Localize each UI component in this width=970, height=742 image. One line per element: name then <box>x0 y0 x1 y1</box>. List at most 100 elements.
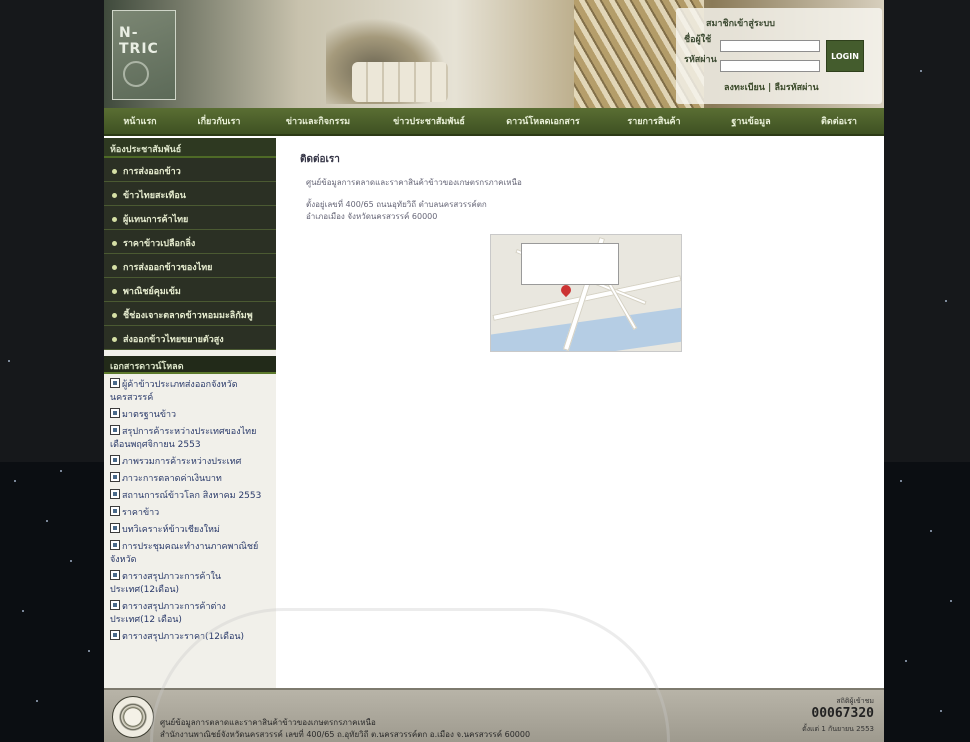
download-link[interactable]: บทวิเคราะห์ข้าวเชียงใหม่ <box>110 523 270 537</box>
download-link[interactable]: ตารางสรุปภาวะการค้าในประเทศ(12เดือน) <box>110 570 270 597</box>
site-logo[interactable]: N-TRIC <box>112 10 176 100</box>
sidebar-item-label: ส่งออกข้าวไทยขยายตัวสูง <box>123 335 224 345</box>
visitor-counter-value: 00067320 <box>811 706 874 721</box>
download-link[interactable]: ภาพรวมการค้าระหว่างประเทศ <box>110 455 270 469</box>
download-label: ราคาข้าว <box>122 508 160 518</box>
download-link[interactable]: สรุปการค้าระหว่างประเทศของไทย เดือนพฤศจิ… <box>110 425 270 452</box>
document-icon <box>110 630 120 640</box>
sidebar-item-thai-export[interactable]: การส่งออกข้าวของไทย <box>104 254 276 278</box>
sidebar-item-paddy-price[interactable]: ราคาข้าวเปลือกลิ่ง <box>104 230 276 254</box>
organization-name: ศูนย์ข้อมูลการตลาดและราคาสินค้าข้าวของเก… <box>306 178 522 187</box>
download-link[interactable]: ตารางสรุปภาวะราคา(12เดือน) <box>110 630 270 644</box>
logo-text: N-TRIC <box>119 25 159 57</box>
star <box>905 660 907 662</box>
nav-products[interactable]: รายการสินค้า <box>602 114 706 128</box>
bullet-icon <box>112 241 117 246</box>
download-label: ผู้ค้าข้าวประเภทส่งออกจังหวัดนครสวรรค์ <box>110 380 238 403</box>
star <box>930 530 932 532</box>
document-icon <box>110 600 120 610</box>
star <box>70 560 72 562</box>
document-icon <box>110 378 120 388</box>
left-dark-panel <box>0 0 104 462</box>
download-link[interactable]: ผู้ค้าข้าวประเภทส่งออกจังหวัดนครสวรรค์ <box>110 378 270 405</box>
username-input[interactable] <box>720 40 820 52</box>
visitor-counter-since: ตั้งแต่ 1 กันยายน 2553 <box>802 725 874 733</box>
document-icon <box>110 425 120 435</box>
map-info-bubble <box>521 243 619 285</box>
download-label: ภาพรวมการค้าระหว่างประเทศ <box>122 457 242 467</box>
sidebar-item-jasmine-market[interactable]: ชี้ช่องเจาะตลาดข้าวหอมมะลิกัมพู <box>104 302 276 326</box>
nav-press-releases[interactable]: ข่าวประชาสัมพันธ์ <box>374 114 484 128</box>
sidebar-item-thai-rice-shake[interactable]: ข้าวไทยสะเทือน <box>104 182 276 206</box>
download-link[interactable]: การประชุมคณะทำงานภาคพาณิชย์จังหวัด <box>110 540 270 567</box>
sidebar-item-export-growth[interactable]: ส่งออกข้าวไทยขยายตัวสูง <box>104 326 276 350</box>
star <box>8 360 10 362</box>
download-label: สรุปการค้าระหว่างประเทศของไทย เดือนพฤศจิ… <box>110 427 257 450</box>
bullet-icon <box>112 193 117 198</box>
document-icon <box>110 506 120 516</box>
login-panel: สมาชิกเข้าสู่ระบบ ชื่อผู้ใช้ รหัสผ่าน LO… <box>676 8 882 104</box>
download-link[interactable]: มาตรฐานข้าว <box>110 408 270 422</box>
nav-contact[interactable]: ติดต่อเรา <box>796 114 882 128</box>
download-label: การประชุมคณะทำงานภาคพาณิชย์จังหวัด <box>110 542 259 565</box>
sidebar-item-trade-rep[interactable]: ผู้แทนการค้าไทย <box>104 206 276 230</box>
register-forgot-links[interactable]: ลงทะเบียน | ลืมรหัสผ่าน <box>724 80 819 94</box>
sidebar-item-label: ราคาข้าวเปลือกลิ่ง <box>123 239 196 249</box>
sidebar-item-label: ผู้แทนการค้าไทย <box>123 215 189 225</box>
location-map[interactable] <box>490 234 682 352</box>
download-label: ตารางสรุปภาวะการค้าในประเทศ(12เดือน) <box>110 572 222 595</box>
government-seal-icon <box>112 696 154 738</box>
document-icon <box>110 455 120 465</box>
star <box>950 600 952 602</box>
star <box>36 700 38 702</box>
footer-address: สำนักงานพาณิชย์จังหวัดนครสวรรค์ เลขที่ 4… <box>160 730 531 739</box>
sidebar-item-rice-export[interactable]: การส่งออกข้าว <box>104 158 276 182</box>
address-line-2: อำเภอเมือง จังหวัดนครสวรรค์ 60000 <box>306 212 438 221</box>
nav-news-activities[interactable]: ข่าวและกิจกรรม <box>262 114 374 128</box>
bullet-icon <box>112 313 117 318</box>
bullet-icon <box>112 265 117 270</box>
nav-downloads[interactable]: ดาวน์โหลดเอกสาร <box>484 114 602 128</box>
download-link[interactable]: ตารางสรุปภาวะการค้าต่างประเทศ(12 เดือน) <box>110 600 270 627</box>
download-link[interactable]: ราคาข้าว <box>110 506 270 520</box>
password-label: รหัสผ่าน <box>684 55 717 65</box>
star <box>14 480 16 482</box>
download-label: บทวิเคราะห์ข้าวเชียงใหม่ <box>122 525 220 535</box>
download-label: สถานการณ์ข้าวโลก สิงหาคม 2553 <box>122 491 262 501</box>
bullet-icon <box>112 337 117 342</box>
map-pin-icon[interactable] <box>558 282 574 298</box>
downloads-title: เอกสารดาวน์โหลด <box>104 356 276 374</box>
nav-about[interactable]: เกี่ยวกับเรา <box>176 114 262 128</box>
document-icon <box>110 472 120 482</box>
download-label: ตารางสรุปภาวะราคา(12เดือน) <box>122 632 245 642</box>
sidebar-item-label: ข้าวไทยสะเทือน <box>123 191 186 201</box>
document-icon <box>110 408 120 418</box>
username-label: ชื่อผู้ใช้ <box>684 35 712 45</box>
star <box>46 520 48 522</box>
login-title: สมาชิกเข้าสู่ระบบ <box>706 19 775 29</box>
main-nav: หน้าแรก เกี่ยวกับเรา ข่าวและกิจกรรม ข่าว… <box>104 108 884 136</box>
rice-sacks-photo <box>352 62 448 102</box>
password-input[interactable] <box>720 60 820 72</box>
download-link[interactable]: สถานการณ์ข้าวโลก สิงหาคม 2553 <box>110 489 270 503</box>
page-title: ติดต่อเรา <box>300 154 340 165</box>
header-banner: N-TRIC สมาชิกเข้าสู่ระบบ ชื่อผู้ใช้ รหัส… <box>104 0 884 108</box>
star <box>945 300 947 302</box>
nav-home[interactable]: หน้าแรก <box>104 114 176 128</box>
download-label: มาตรฐานข้าว <box>122 410 177 420</box>
sidebar-title: ห้องประชาสัมพันธ์ <box>104 138 276 158</box>
sidebar: ห้องประชาสัมพันธ์ การส่งออกข้าว ข้าวไทยส… <box>104 138 276 688</box>
bullet-icon <box>112 169 117 174</box>
sidebar-item-commerce-control[interactable]: พาณิชย์คุมเข้ม <box>104 278 276 302</box>
login-button[interactable]: LOGIN <box>826 40 864 72</box>
nav-database[interactable]: ฐานข้อมูล <box>706 114 796 128</box>
downloads-list: ผู้ค้าข้าวประเภทส่งออกจังหวัดนครสวรรค์ ม… <box>104 374 276 644</box>
document-icon <box>110 489 120 499</box>
sidebar-item-label: พาณิชย์คุมเข้ม <box>123 287 181 297</box>
download-label: ภาวะการตลาดค่าเงินบาท <box>122 474 222 484</box>
star <box>920 70 922 72</box>
download-link[interactable]: ภาวะการตลาดค่าเงินบาท <box>110 472 270 486</box>
sidebar-item-label: การส่งออกข้าวของไทย <box>123 263 213 273</box>
document-icon <box>110 570 120 580</box>
download-label: ตารางสรุปภาวะการค้าต่างประเทศ(12 เดือน) <box>110 602 226 625</box>
